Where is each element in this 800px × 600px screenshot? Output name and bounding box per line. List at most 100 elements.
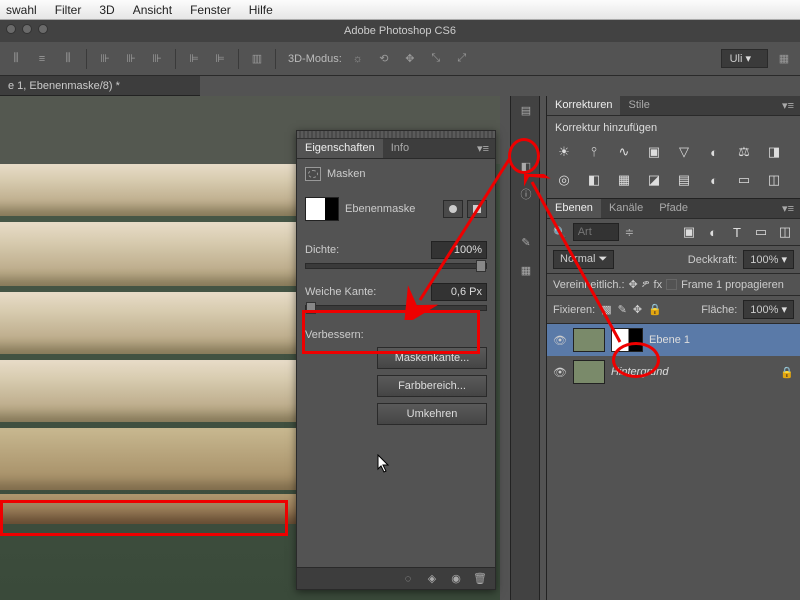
filter-type-icon[interactable]: T <box>728 224 746 240</box>
document-tab[interactable]: e 1, Ebenenmaske/8) * <box>0 76 200 96</box>
dock-properties-icon[interactable]: ◧ <box>511 152 541 180</box>
pixel-mask-button[interactable] <box>443 200 463 218</box>
bw-icon[interactable]: ◨ <box>765 144 783 160</box>
vector-mask-button[interactable] <box>467 200 487 218</box>
panel-grip[interactable] <box>297 131 495 139</box>
posterize-icon[interactable]: ▤ <box>675 172 693 188</box>
dock-brush-icon[interactable]: ✎ <box>511 228 541 256</box>
weiche-kante-value[interactable]: 0,6 Px <box>431 283 487 301</box>
curves-icon[interactable]: ∿ <box>615 144 633 160</box>
lock-paint-icon[interactable]: ✎ <box>618 303 627 316</box>
load-selection-icon[interactable]: ◌ <box>401 572 415 586</box>
search-icon[interactable]: 🔍 <box>553 226 567 239</box>
dock-history-icon[interactable]: ▤ <box>511 96 541 124</box>
farbbereich-button[interactable]: Farbbereich... <box>377 375 487 397</box>
trash-icon[interactable]: 🗑 <box>473 572 487 586</box>
tab-pfade[interactable]: Pfade <box>651 199 696 218</box>
tab-korrekturen[interactable]: Korrekturen <box>547 96 620 115</box>
adjustments-menu-icon[interactable]: ▾≡ <box>776 96 800 115</box>
visibility-icon[interactable]: 👁 <box>553 366 567 379</box>
filter-adjust-icon[interactable]: ◐ <box>704 224 722 240</box>
maskenkante-button[interactable]: Maskenkante... <box>377 347 487 369</box>
layer-name[interactable]: Ebene 1 <box>649 334 690 346</box>
distribute-2-icon[interactable]: ⊪ <box>121 49 141 69</box>
3d-pan-icon[interactable]: ✥ <box>400 49 420 69</box>
unify-style-icon[interactable]: fx <box>654 279 663 291</box>
layer-search-input[interactable] <box>573 223 619 241</box>
dichte-slider[interactable] <box>305 263 487 269</box>
layer-row-background[interactable]: 👁 Hintergrund 🔒 <box>547 356 800 388</box>
layers-menu-icon[interactable]: ▾≡ <box>776 199 800 218</box>
dock-swatches-icon[interactable]: ▦ <box>511 256 541 284</box>
visibility-icon[interactable]: 👁 <box>553 334 567 347</box>
menu-hilfe[interactable]: Hilfe <box>249 3 273 17</box>
3d-slide-icon[interactable]: ⤡ <box>426 49 446 69</box>
deckkraft-value[interactable]: 100% ▾ <box>743 250 794 269</box>
mac-menubar[interactable]: swahl Filter 3D Ansicht Fenster Hilfe <box>0 0 800 20</box>
tab-ebenen[interactable]: Ebenen <box>547 199 601 218</box>
filter-pixel-icon[interactable]: ▣ <box>680 224 698 240</box>
layer-row-ebene1[interactable]: 👁 Ebene 1 <box>547 324 800 356</box>
flaeche-value[interactable]: 100% ▾ <box>743 300 794 319</box>
weiche-kante-slider[interactable] <box>305 305 487 311</box>
invert-icon[interactable]: ◪ <box>645 172 663 188</box>
3d-rotate-icon[interactable]: ⟲ <box>374 49 394 69</box>
channelmixer-icon[interactable]: ◧ <box>585 172 603 188</box>
distribute-5-icon[interactable]: ⊫ <box>210 49 230 69</box>
layer-mask-thumbnail[interactable] <box>611 328 643 352</box>
tab-kanale[interactable]: Kanäle <box>601 199 651 218</box>
user-dropdown[interactable]: Uli ▾ <box>721 49 768 68</box>
align-center-icon[interactable]: ≡ <box>32 49 52 69</box>
levels-icon[interactable]: ⫯ <box>585 144 603 160</box>
distribute-4-icon[interactable]: ⊫ <box>184 49 204 69</box>
distribute-3-icon[interactable]: ⊪ <box>147 49 167 69</box>
menu-swahl[interactable]: swahl <box>6 3 37 17</box>
menu-fenster[interactable]: Fenster <box>190 3 231 17</box>
3d-scale-icon[interactable]: ⤢ <box>452 49 472 69</box>
adjustments-subtitle: Korrektur hinzufügen <box>555 122 792 134</box>
arrange-icon[interactable]: ▥ <box>247 49 267 69</box>
frame-propagate-checkbox[interactable] <box>666 279 677 290</box>
filter-shape-icon[interactable]: ▭ <box>752 224 770 240</box>
apply-mask-icon[interactable]: ◈ <box>425 572 439 586</box>
menu-3d[interactable]: 3D <box>99 3 114 17</box>
dichte-value[interactable]: 100% <box>431 241 487 259</box>
filter-smart-icon[interactable]: ◫ <box>776 224 794 240</box>
photofilter-icon[interactable]: ◎ <box>555 172 573 188</box>
align-left-icon[interactable]: ⫼ <box>6 49 26 69</box>
mask-mode-icon[interactable] <box>305 167 321 181</box>
layer-thumbnail[interactable] <box>573 328 605 352</box>
align-right-icon[interactable]: ⫼ <box>58 49 78 69</box>
3d-orbit-icon[interactable]: ☼ <box>348 49 368 69</box>
exposure-icon[interactable]: ▣ <box>645 144 663 160</box>
dock-info-icon[interactable]: ⓘ <box>511 180 541 208</box>
tab-stile[interactable]: Stile <box>620 96 657 115</box>
lock-all-icon[interactable]: 🔒 <box>648 303 662 316</box>
tab-info[interactable]: Info <box>383 139 417 158</box>
disable-mask-icon[interactable]: ◉ <box>449 572 463 586</box>
unify-pos-icon[interactable]: ✥ <box>629 278 638 291</box>
gradientmap-icon[interactable]: ▭ <box>735 172 753 188</box>
layer-name[interactable]: Hintergrund <box>611 366 668 378</box>
vibrance-icon[interactable]: ▽ <box>675 144 693 160</box>
unify-vis-icon[interactable]: ዎ <box>642 278 650 291</box>
hue-icon[interactable]: ◐ <box>705 144 723 160</box>
window-traffic-lights[interactable] <box>6 24 48 34</box>
tab-eigenschaften[interactable]: Eigenschaften <box>297 139 383 158</box>
colorbalance-icon[interactable]: ⚖ <box>735 144 753 160</box>
lock-trans-icon[interactable]: ▩ <box>601 303 611 316</box>
blend-mode-select[interactable]: Normal ⏷ <box>553 250 614 269</box>
distribute-1-icon[interactable]: ⊪ <box>95 49 115 69</box>
menu-filter[interactable]: Filter <box>55 3 82 17</box>
threshold-icon[interactable]: ◐ <box>705 172 723 188</box>
selective-icon[interactable]: ◫ <box>765 172 783 188</box>
menu-ansicht[interactable]: Ansicht <box>133 3 172 17</box>
layer-thumbnail[interactable] <box>573 360 605 384</box>
workspace-icon[interactable]: ▦ <box>774 49 794 69</box>
colorlookup-icon[interactable]: ▦ <box>615 172 633 188</box>
mask-thumbnail[interactable] <box>305 197 339 221</box>
umkehren-button[interactable]: Umkehren <box>377 403 487 425</box>
lock-pos-icon[interactable]: ✥ <box>633 303 642 316</box>
brightness-icon[interactable]: ☀ <box>555 144 573 160</box>
panel-menu-icon[interactable]: ▾≡ <box>471 139 495 158</box>
